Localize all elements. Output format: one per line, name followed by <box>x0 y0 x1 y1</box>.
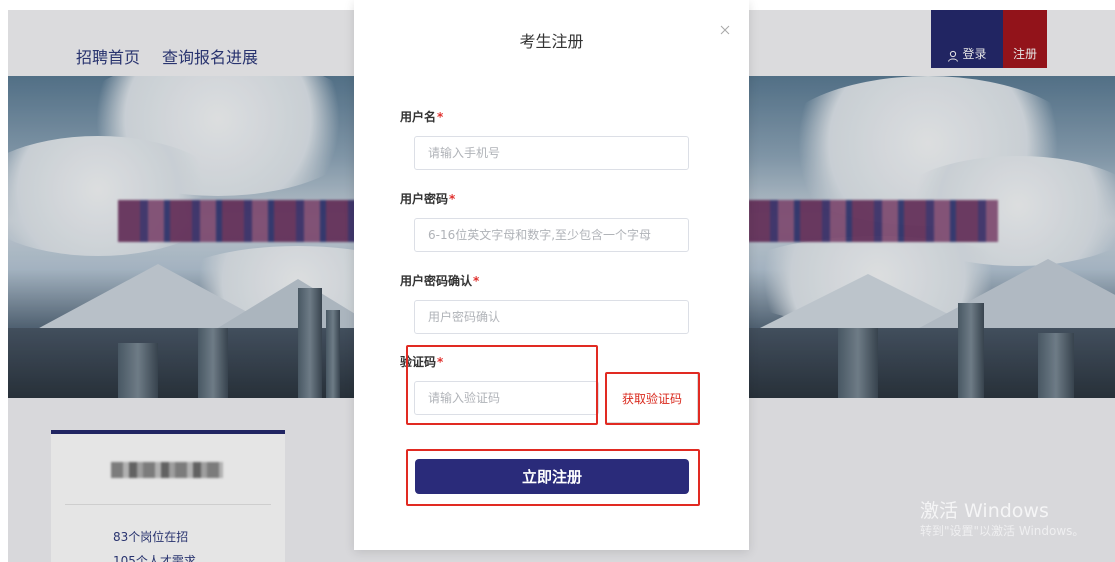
confirm-password-label: 用户密码确认* <box>400 274 480 288</box>
required-mark: * <box>449 192 456 206</box>
get-code-button[interactable]: 获取验证码 <box>606 373 698 423</box>
username-label: 用户名* <box>400 110 444 124</box>
activation-watermark-subtitle: 转到"设置"以激活 Windows。 <box>920 524 1085 538</box>
captcha-label: 验证码* <box>400 355 444 369</box>
confirm-password-input[interactable] <box>414 300 689 334</box>
modal-title: 考生注册 <box>519 32 584 51</box>
username-input[interactable] <box>414 136 689 170</box>
captcha-input[interactable] <box>414 381 599 415</box>
required-mark: * <box>437 110 444 124</box>
submit-register-button[interactable]: 立即注册 <box>415 459 689 494</box>
password-label: 用户密码* <box>400 192 456 206</box>
required-mark: * <box>437 355 444 369</box>
register-modal: 考生注册 用户名* 用户密码* 用户密码确认* 验证码* 获取验证码 立即注册 <box>354 0 749 550</box>
activation-watermark-title: 激活 Windows <box>920 500 1049 522</box>
password-input[interactable] <box>414 218 689 252</box>
required-mark: * <box>473 274 480 288</box>
close-icon[interactable] <box>717 22 733 38</box>
